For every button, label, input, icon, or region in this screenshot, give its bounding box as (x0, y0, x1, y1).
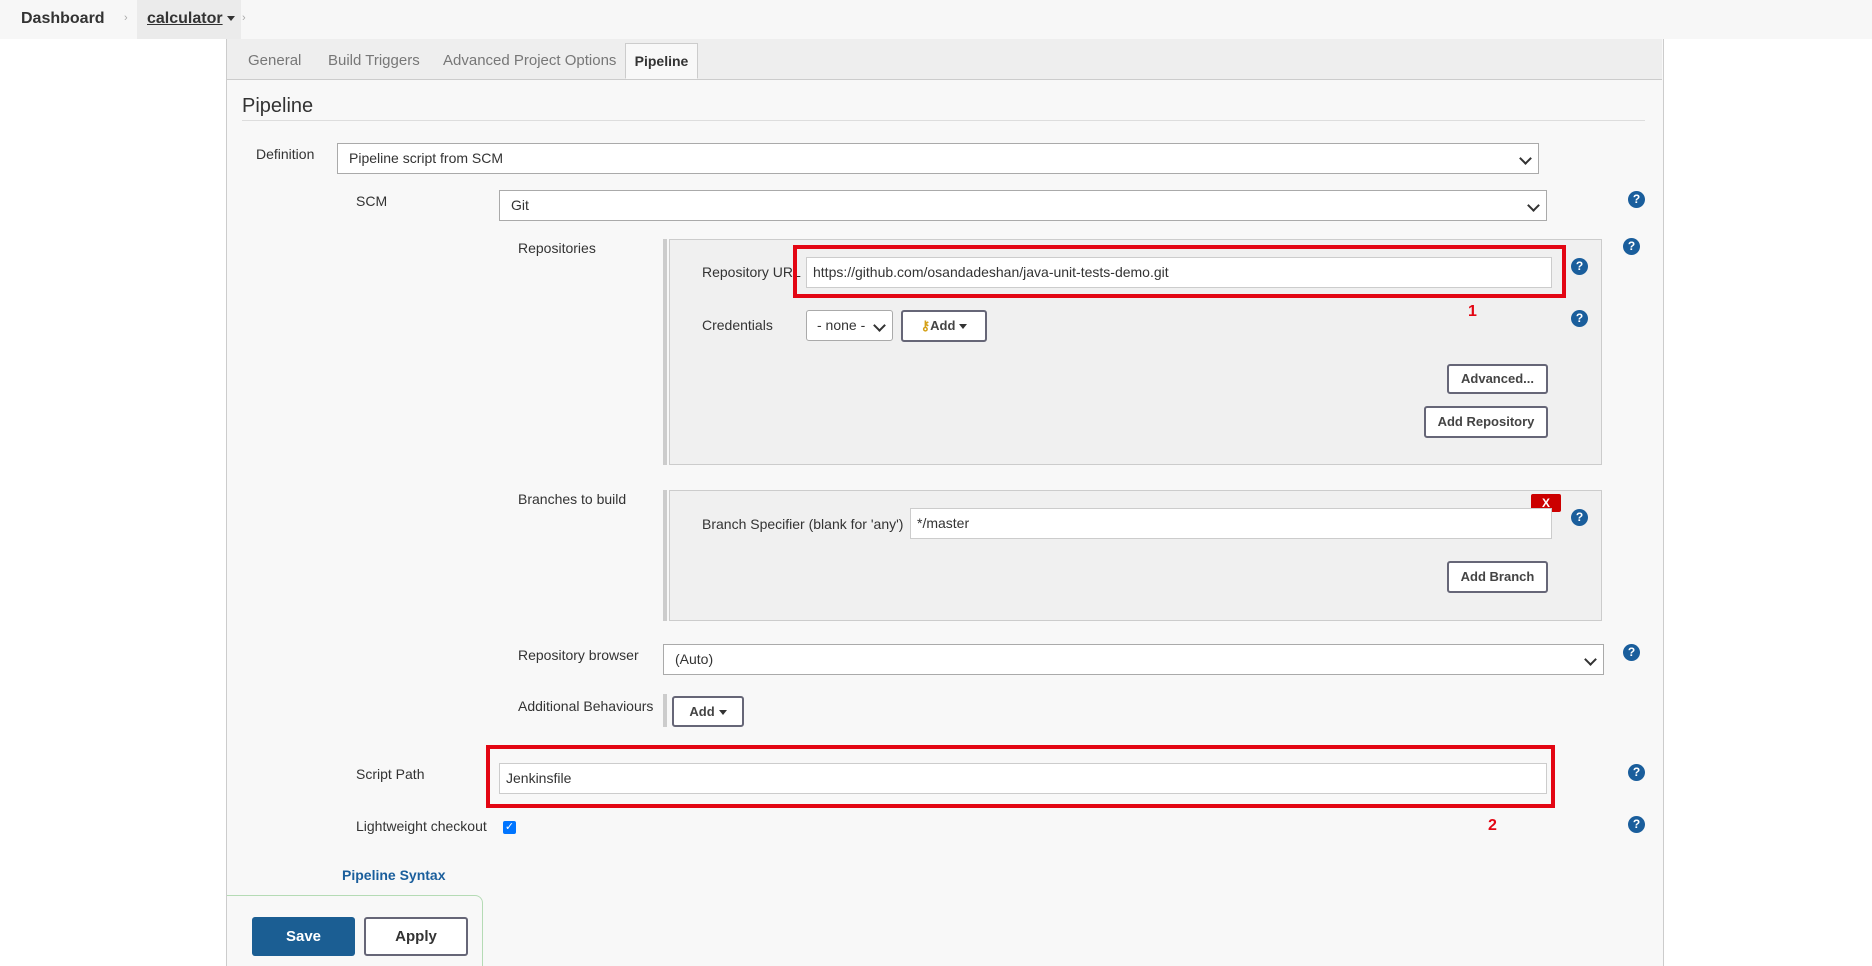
branches-label: Branches to build (518, 491, 627, 507)
chevron-down-icon (1584, 653, 1597, 666)
help-icon[interactable]: ? (1628, 191, 1645, 208)
chevron-down-icon (959, 324, 968, 330)
breadcrumb-separator-icon: › (124, 12, 128, 24)
scm-select[interactable]: Git (499, 190, 1547, 221)
breadcrumb-separator-icon: › (242, 12, 246, 24)
branch-specifier-label: Branch Specifier (blank for 'any') (702, 516, 904, 532)
help-icon[interactable]: ? (1623, 644, 1640, 661)
chevron-down-icon (718, 710, 727, 716)
branch-specifier-input[interactable]: */master (910, 508, 1552, 539)
help-icon[interactable]: ? (1628, 816, 1645, 833)
repositories-label: Repositories (518, 240, 596, 256)
advanced-button[interactable]: Advanced... (1447, 364, 1548, 394)
help-icon[interactable]: ? (1571, 509, 1588, 526)
tab-pipeline[interactable]: Pipeline (625, 43, 698, 79)
script-path-label: Script Path (356, 766, 425, 782)
credentials-select[interactable]: - none - (806, 310, 893, 341)
add-credentials-button[interactable]: ⚷Add (901, 310, 987, 342)
add-credentials-label: Add (930, 318, 956, 333)
help-icon[interactable]: ? (1628, 764, 1645, 781)
tab-build-triggers[interactable]: Build Triggers (328, 52, 420, 69)
chevron-down-icon (1519, 152, 1532, 165)
tab-general[interactable]: General (248, 52, 301, 69)
apply-button[interactable]: Apply (364, 917, 468, 956)
add-branch-button[interactable]: Add Branch (1447, 561, 1548, 593)
chevron-down-icon[interactable] (226, 16, 235, 22)
help-icon[interactable]: ? (1623, 238, 1640, 255)
help-icon[interactable]: ? (1571, 258, 1588, 275)
add-repository-button[interactable]: Add Repository (1424, 406, 1548, 438)
breadcrumb-bar (0, 0, 1872, 39)
repository-browser-value: (Auto) (675, 651, 714, 667)
checkmark-icon: ✓ (504, 821, 515, 833)
definition-value: Pipeline script from SCM (349, 150, 504, 166)
add-behaviour-button[interactable]: Add (672, 696, 744, 727)
chevron-down-icon (873, 319, 886, 332)
lightweight-checkout-label: Lightweight checkout (356, 818, 487, 834)
scm-value: Git (511, 197, 529, 213)
marker-2: 2 (1488, 817, 1497, 834)
section-divider (242, 120, 1645, 121)
help-icon[interactable]: ? (1571, 310, 1588, 327)
definition-select[interactable]: Pipeline script from SCM (337, 143, 1539, 174)
chevron-down-icon (1527, 199, 1540, 212)
section-title: Pipeline (242, 95, 314, 117)
branches-rule (663, 490, 667, 621)
lightweight-checkout-checkbox[interactable]: ✓ (503, 821, 516, 834)
definition-label: Definition (256, 146, 315, 162)
add-behaviour-label: Add (689, 704, 715, 719)
breadcrumb-dashboard[interactable]: Dashboard (21, 10, 105, 28)
repository-browser-select[interactable]: (Auto) (663, 644, 1604, 675)
repository-url-label: Repository URL (702, 264, 801, 280)
repository-browser-label: Repository browser (518, 647, 639, 663)
scm-label: SCM (356, 193, 388, 209)
tab-advanced-project-options[interactable]: Advanced Project Options (443, 52, 616, 69)
highlight-box-1 (793, 245, 1566, 298)
additional-behaviours-rule (663, 694, 667, 727)
repositories-rule (663, 239, 667, 465)
breadcrumb-job-link[interactable]: calculator (147, 10, 235, 28)
save-button[interactable]: Save (252, 917, 355, 956)
pipeline-syntax-link[interactable]: Pipeline Syntax (342, 867, 445, 883)
breadcrumb-job-label: calculator (147, 10, 223, 27)
credentials-value: - none - (817, 317, 866, 333)
key-icon: ⚷ (920, 318, 931, 333)
additional-behaviours-label: Additional Behaviours (518, 698, 654, 714)
marker-1: 1 (1468, 303, 1477, 320)
credentials-label: Credentials (702, 317, 773, 333)
highlight-box-2 (486, 745, 1555, 808)
